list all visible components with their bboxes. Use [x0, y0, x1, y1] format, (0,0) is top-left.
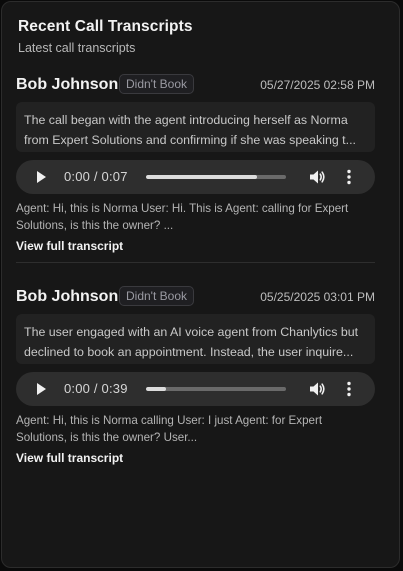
card-subtitle: Latest call transcripts: [18, 41, 136, 55]
summary-line: The user engaged with an AI voice agent …: [24, 325, 359, 339]
view-full-transcript-link[interactable]: View full transcript: [16, 451, 123, 465]
call-date: 05/27/2025 02:58 PM: [260, 78, 375, 92]
call-header: Bob Johnson Didn't Book 05/27/2025 02:58…: [16, 74, 375, 98]
call-summary: The call began with the agent introducin…: [16, 102, 375, 152]
transcript-preview: Agent: Hi, this is Norma User: Hi. This …: [16, 202, 349, 232]
caller-name: Bob Johnson: [16, 288, 119, 305]
transcript-preview: Agent: Hi, this is Norma calling User: I…: [16, 414, 323, 444]
summary-line: declined to book an appointment. Instead…: [24, 345, 354, 359]
audio-player: 0:00 / 0:07: [16, 160, 375, 194]
status-badge: Didn't Book: [119, 286, 194, 306]
call-date: 05/25/2025 03:01 PM: [260, 290, 375, 304]
audio-progress-fill: [146, 387, 166, 391]
play-icon[interactable]: [33, 381, 49, 397]
call-entry: Bob Johnson Didn't Book 05/25/2025 03:01…: [16, 286, 375, 465]
play-icon[interactable]: [33, 169, 49, 185]
audio-time: 0:00 / 0:07: [64, 169, 128, 184]
call-entry: Bob Johnson Didn't Book 05/27/2025 02:58…: [16, 74, 375, 253]
more-vertical-icon[interactable]: [343, 380, 355, 398]
view-full-transcript-link[interactable]: View full transcript: [16, 239, 123, 253]
audio-seek-slider[interactable]: [146, 387, 286, 391]
audio-player: 0:00 / 0:39: [16, 372, 375, 406]
status-badge: Didn't Book: [119, 74, 194, 94]
call-header: Bob Johnson Didn't Book 05/25/2025 03:01…: [16, 286, 375, 310]
more-vertical-icon[interactable]: [343, 168, 355, 186]
summary-line: from Expert Solutions and confirming if …: [24, 133, 356, 147]
audio-time: 0:00 / 0:39: [64, 381, 128, 396]
audio-seek-slider[interactable]: [146, 175, 286, 179]
volume-icon[interactable]: [308, 168, 326, 186]
call-summary: The user engaged with an AI voice agent …: [16, 314, 375, 364]
audio-progress-fill: [146, 175, 257, 179]
summary-line: The call began with the agent introducin…: [24, 113, 348, 127]
card-title: Recent Call Transcripts: [18, 18, 193, 35]
entry-divider: [16, 262, 375, 263]
caller-name: Bob Johnson: [16, 76, 119, 93]
volume-icon[interactable]: [308, 380, 326, 398]
